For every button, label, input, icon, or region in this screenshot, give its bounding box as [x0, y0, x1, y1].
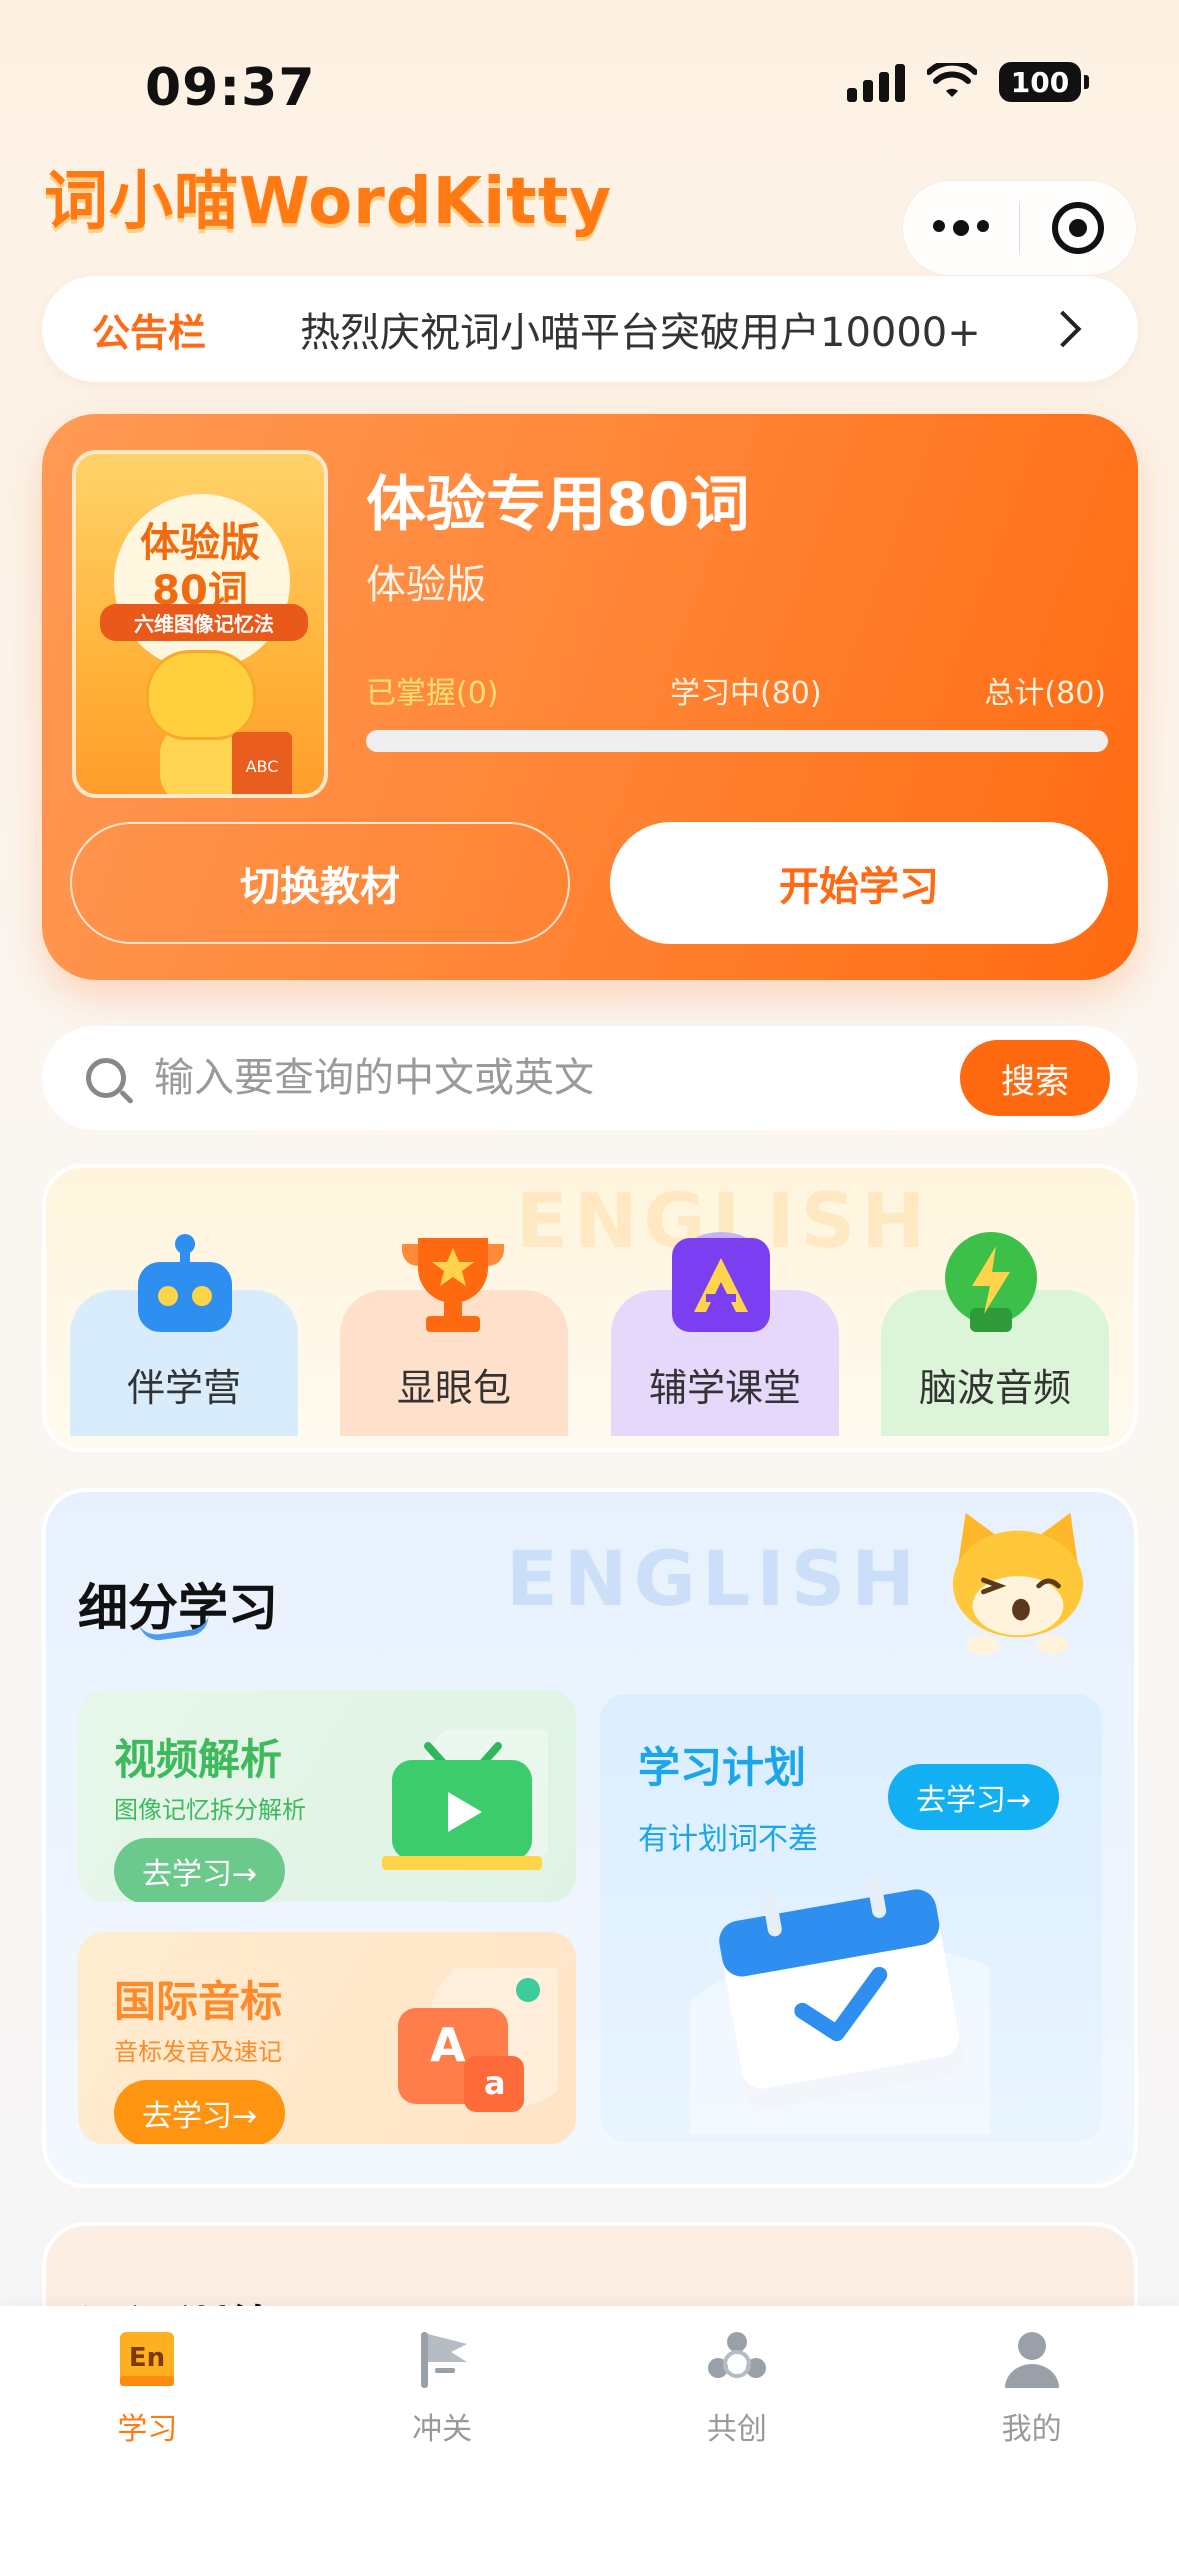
wifi-icon [927, 63, 977, 97]
tab-profile[interactable]: 我的 [884, 2306, 1179, 2556]
learning-count: 学习中(80) [670, 676, 822, 711]
tab-label: 冲关 [412, 2412, 473, 2447]
mastered-count: 已掌握(0) [366, 676, 499, 711]
abc-book: ABC [232, 732, 292, 794]
glyph-upper-a: A [430, 2018, 466, 2072]
tab-label: 我的 [1001, 2412, 1062, 2447]
book-cover[interactable]: 体验版 80词 六维图像记忆法 ABC [72, 450, 328, 798]
search-button[interactable]: 搜索 [960, 1040, 1110, 1116]
search-icon [86, 1058, 126, 1098]
glyph-lower-a: a [484, 2064, 506, 2102]
trophy-icon [402, 1238, 504, 1332]
tab-label: 学习 [117, 2412, 178, 2447]
tab-co-create[interactable]: 共创 [590, 2306, 885, 2556]
feature-label: 显眼包 [396, 1366, 511, 1410]
app-logo: 词小喵WordKitty [44, 165, 613, 239]
tab-badge: En [129, 2343, 165, 2373]
signal-icon [847, 62, 905, 102]
go-learn-button[interactable]: 去学习→ [888, 1764, 1060, 1830]
notice-message: 热烈庆祝词小喵平台突破用户10000+ [300, 310, 981, 356]
en-book-icon: En [120, 2332, 175, 2386]
robot-icon [138, 1234, 232, 1332]
lightning-bulb-icon [945, 1232, 1037, 1332]
status-time: 09:37 [145, 58, 316, 118]
progress-bar [366, 730, 1108, 752]
more-icon[interactable] [903, 220, 1019, 236]
user-icon [1004, 2332, 1059, 2388]
calendar-check-icon [690, 1876, 990, 2134]
search-bar: 搜索 [42, 1026, 1138, 1130]
tv-play-icon [382, 1730, 548, 1870]
status-icons: 100 [847, 62, 1089, 102]
card-title: 国际音标 [114, 1977, 283, 2026]
tab-label: 共创 [706, 2412, 767, 2447]
cover-tagline: 六维图像记忆法 [100, 604, 308, 641]
book-subtitle: 体验版 [366, 562, 486, 608]
feature-label: 辅学课堂 [648, 1366, 801, 1410]
tab-study[interactable]: En 学习 [0, 2306, 295, 2556]
team-icon [707, 2332, 766, 2378]
course-icon [672, 1232, 770, 1332]
go-learn-button[interactable]: 去学习→ [114, 2080, 286, 2144]
feature-label: 伴学营 [126, 1366, 241, 1410]
mini-program-capsule [902, 180, 1137, 276]
card-subtitle: 有计划词不差 [638, 1822, 818, 1857]
card-subtitle: 音标发音及速记 [114, 2038, 282, 2066]
close-target-icon[interactable] [1020, 202, 1136, 254]
feature-label: 脑波音频 [918, 1366, 1071, 1410]
notice-tag: 公告栏 [92, 310, 207, 355]
chevron-right-icon [1044, 310, 1082, 348]
search-input[interactable] [154, 1055, 960, 1101]
card-title: 学习计划 [638, 1743, 807, 1792]
start-learning-button[interactable]: 开始学习 [610, 822, 1108, 944]
card-subtitle: 图像记忆拆分解析 [114, 1796, 306, 1824]
study-plan-card[interactable]: 学习计划 有计划词不差 去学习→ [600, 1694, 1102, 2142]
card-title: 视频解析 [114, 1735, 283, 1784]
tab-challenge[interactable]: 冲关 [295, 2306, 590, 2556]
notice-bar[interactable]: 公告栏 热烈庆祝词小喵平台突破用户10000+ [42, 276, 1138, 382]
book-title: 体验专用80词 [366, 470, 750, 540]
watermark-text: ENGLISH [506, 1534, 921, 1623]
phonetics-card[interactable]: 国际音标 音标发音及速记 去学习→ A a [78, 1932, 576, 2144]
switch-book-button[interactable]: 切换教材 [70, 822, 570, 944]
alphabet-a-icon [398, 1968, 558, 2112]
cat-mascot-icon [146, 650, 256, 740]
go-learn-button[interactable]: 去学习→ [114, 1838, 286, 1902]
bottom-tab-bar: En 学习 冲关 共创 我的 [0, 2306, 1179, 2556]
total-count: 总计(80) [984, 676, 1106, 711]
flag-icon [421, 2332, 468, 2388]
battery-icon: 100 [999, 62, 1089, 102]
video-analysis-card[interactable]: 视频解析 图像记忆拆分解析 去学习→ [78, 1690, 576, 1902]
cat-mascot-icon [952, 1512, 1084, 1655]
